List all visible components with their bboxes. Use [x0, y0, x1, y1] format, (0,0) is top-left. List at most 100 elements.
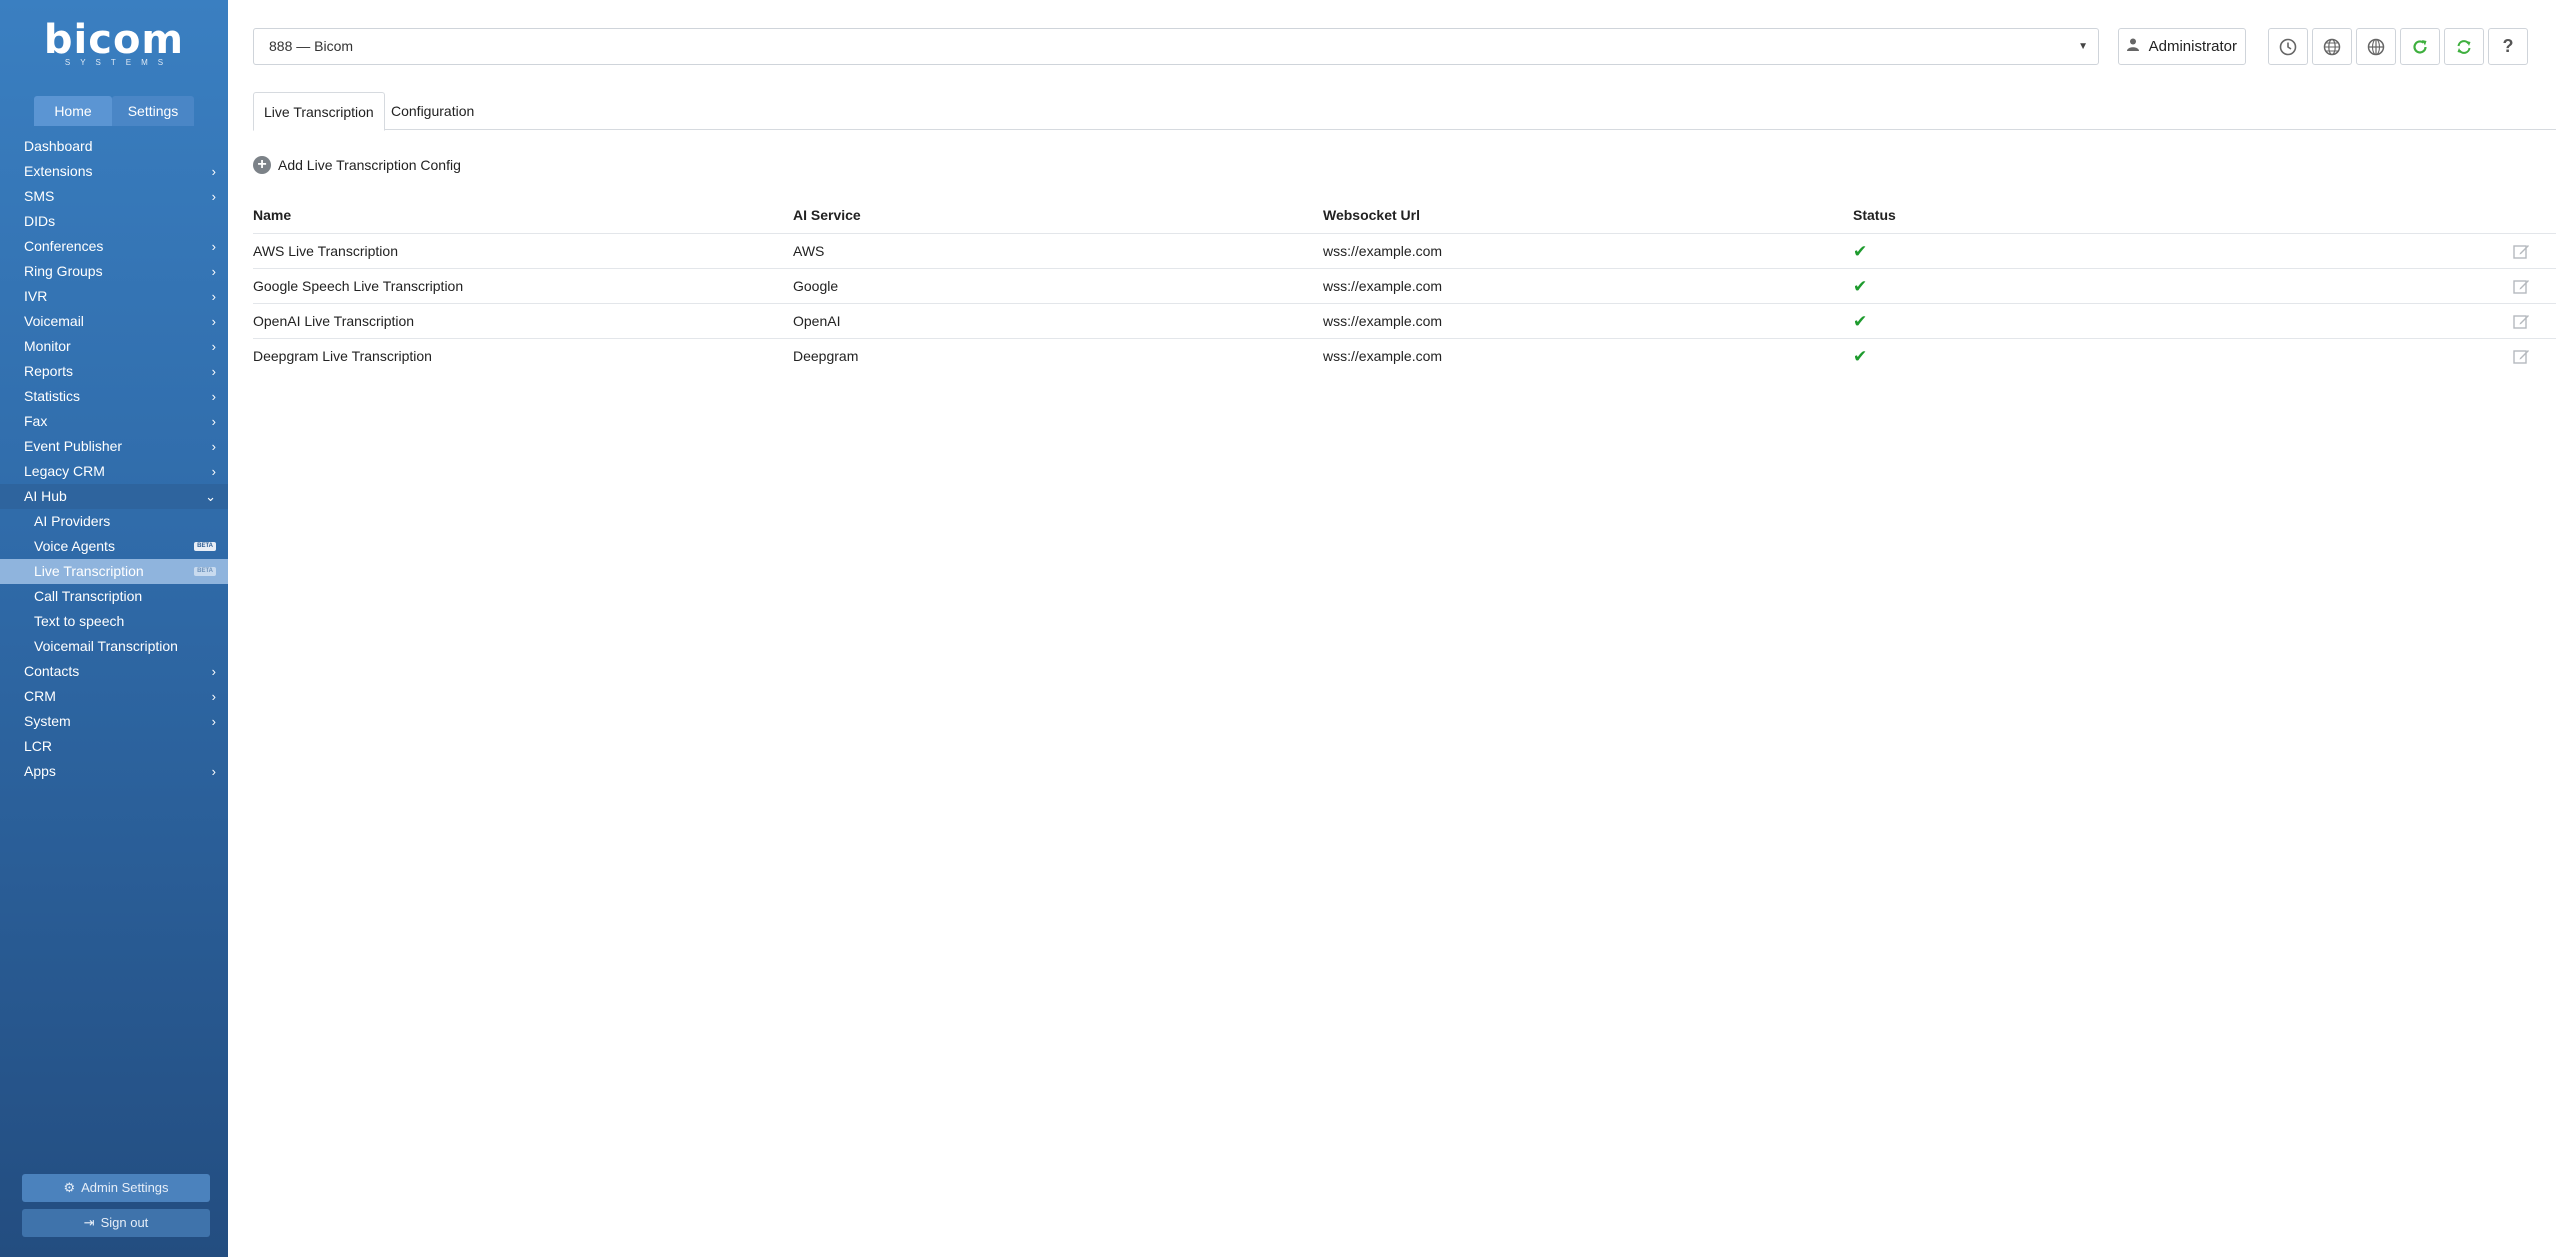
chevron-right-icon: ›: [211, 389, 216, 404]
help-button[interactable]: ?: [2488, 28, 2528, 65]
status-check-icon: ✔: [1853, 242, 1868, 261]
sidebar-item-label: IVR: [24, 288, 48, 304]
chevron-right-icon: ›: [211, 689, 216, 704]
clock-icon: [2279, 38, 2297, 55]
sign-out-button[interactable]: ⇥ Sign out: [22, 1209, 210, 1237]
sidebar-tabs: Home Settings: [34, 96, 194, 126]
sidebar-item-voice-agents[interactable]: Voice Agents BETA: [0, 534, 228, 559]
add-live-transcription-config-button[interactable]: + Add Live Transcription Config: [253, 156, 461, 174]
refresh-icon: [2413, 39, 2427, 53]
row-ai-service: AWS: [793, 243, 825, 259]
chevron-right-icon: ›: [211, 664, 216, 679]
reload-button[interactable]: [2400, 28, 2440, 65]
chevron-right-icon: ›: [211, 714, 216, 729]
logo-text: bicom: [43, 17, 185, 63]
sidebar-item-legacy-crm[interactable]: Legacy CRM ›: [0, 459, 228, 484]
admin-settings-label: Admin Settings: [81, 1180, 169, 1195]
network-button[interactable]: [2356, 28, 2396, 65]
sidebar-item-label: Legacy CRM: [24, 463, 105, 479]
sidebar-item-contacts[interactable]: Contacts ›: [0, 659, 228, 684]
sidebar-tab-home[interactable]: Home: [34, 96, 112, 126]
table-row[interactable]: Google Speech Live Transcription Google …: [253, 268, 2556, 303]
user-menu-label: Administrator: [2148, 38, 2237, 55]
sidebar-item-statistics[interactable]: Statistics ›: [0, 384, 228, 409]
sidebar-item-label: Event Publisher: [24, 438, 123, 454]
sidebar-tab-settings[interactable]: Settings: [112, 96, 194, 126]
sidebar-item-ai-hub[interactable]: AI Hub ⌄: [0, 484, 228, 509]
chevron-right-icon: ›: [211, 314, 216, 329]
logo-subtext: SYSTEMS: [64, 58, 174, 67]
sidebar-item-ring-groups[interactable]: Ring Groups ›: [0, 259, 228, 284]
sidebar-item-label: Call Transcription: [34, 588, 143, 604]
add-config-label: Add Live Transcription Config: [278, 157, 461, 173]
sidebar-item-label: Dashboard: [24, 138, 93, 154]
edit-icon[interactable]: [2513, 243, 2530, 260]
sidebar-item-lcr[interactable]: LCR: [0, 734, 228, 759]
clock-button[interactable]: [2268, 28, 2308, 65]
sidebar-item-label: Fax: [24, 413, 48, 429]
status-check-icon: ✔: [1853, 277, 1868, 296]
chevron-right-icon: ›: [211, 439, 216, 454]
status-check-icon: ✔: [1853, 347, 1868, 366]
user-menu-button[interactable]: Administrator: [2118, 28, 2246, 65]
sync-button[interactable]: [2444, 28, 2484, 65]
edit-icon[interactable]: [2513, 313, 2530, 330]
sidebar-item-label: Reports: [24, 363, 74, 379]
sidebar-item-system[interactable]: System ›: [0, 709, 228, 734]
beta-badge: BETA: [194, 567, 216, 576]
table-row[interactable]: Deepgram Live Transcription Deepgram wss…: [253, 338, 2556, 373]
chevron-right-icon: ›: [211, 414, 216, 429]
chevron-right-icon: ›: [211, 264, 216, 279]
row-name: Deepgram Live Transcription: [253, 348, 432, 364]
row-name: OpenAI Live Transcription: [253, 313, 415, 329]
sidebar-item-label: Conferences: [24, 238, 104, 254]
row-websocket-url: wss://example.com: [1323, 243, 1443, 259]
sidebar-item-event-publisher[interactable]: Event Publisher ›: [0, 434, 228, 459]
table-row[interactable]: OpenAI Live Transcription OpenAI wss://e…: [253, 303, 2556, 338]
sidebar-item-dids[interactable]: DIDs: [0, 209, 228, 234]
sidebar-item-text-to-speech[interactable]: Text to speech: [0, 609, 228, 634]
plus-circle-icon: +: [253, 156, 271, 174]
sidebar-item-ai-providers[interactable]: AI Providers: [0, 509, 228, 534]
sidebar-item-fax[interactable]: Fax ›: [0, 409, 228, 434]
sidebar-item-voicemail-transcription[interactable]: Voicemail Transcription: [0, 634, 228, 659]
sidebar-item-live-transcription[interactable]: Live Transcription BETA: [0, 559, 228, 584]
sidebar-item-label: Monitor: [24, 338, 71, 354]
beta-badge: BETA: [194, 542, 216, 551]
sidebar-item-dashboard[interactable]: Dashboard: [0, 134, 228, 159]
edit-icon[interactable]: [2513, 348, 2530, 365]
user-icon: [2127, 38, 2143, 54]
chevron-right-icon: ›: [211, 339, 216, 354]
sidebar-item-ivr[interactable]: IVR ›: [0, 284, 228, 309]
sidebar-nav: Dashboard Extensions › SMS › DIDs Conferen…: [0, 134, 228, 784]
sidebar-item-label: DIDs: [24, 213, 56, 229]
row-websocket-url: wss://example.com: [1323, 278, 1443, 294]
chevron-right-icon: ›: [211, 764, 216, 779]
row-ai-service: OpenAI: [793, 313, 841, 329]
sidebar-item-monitor[interactable]: Monitor ›: [0, 334, 228, 359]
tab-live-transcription[interactable]: Live Transcription: [253, 92, 385, 131]
sidebar-item-crm[interactable]: CRM ›: [0, 684, 228, 709]
sidebar-item-label: Apps: [24, 763, 56, 779]
main-content: 888 — Bicom ▼ Administrator ? Live Trans…: [228, 0, 2556, 1257]
table-row[interactable]: AWS Live Transcription AWS wss://example…: [253, 233, 2556, 268]
sidebar-item-apps[interactable]: Apps ›: [0, 759, 228, 784]
sidebar-item-conferences[interactable]: Conferences ›: [0, 234, 228, 259]
sidebar-item-label: Extensions: [24, 163, 93, 179]
network-globe-icon: [2367, 38, 2385, 55]
sidebar-item-sms[interactable]: SMS ›: [0, 184, 228, 209]
tab-configuration[interactable]: Configuration: [381, 92, 484, 130]
language-button[interactable]: [2312, 28, 2352, 65]
sidebar-item-voicemail[interactable]: Voicemail ›: [0, 309, 228, 334]
tenant-select[interactable]: 888 — Bicom ▼: [253, 28, 2099, 65]
edit-icon[interactable]: [2513, 278, 2530, 295]
app-root: bicom SYSTEMS Home Settings Dashboard Ex…: [0, 0, 2556, 1257]
sidebar-item-extensions[interactable]: Extensions ›: [0, 159, 228, 184]
sidebar-item-reports[interactable]: Reports ›: [0, 359, 228, 384]
sidebar-item-label: Voice Agents: [34, 538, 115, 554]
live-transcription-table: Name AI Service Websocket Url Status AWS…: [253, 198, 2556, 373]
sidebar-item-call-transcription[interactable]: Call Transcription: [0, 584, 228, 609]
sign-out-icon: ⇥: [83, 1215, 95, 1230]
admin-settings-button[interactable]: ⚙ Admin Settings: [22, 1174, 210, 1202]
sidebar-item-label: CRM: [24, 688, 56, 704]
